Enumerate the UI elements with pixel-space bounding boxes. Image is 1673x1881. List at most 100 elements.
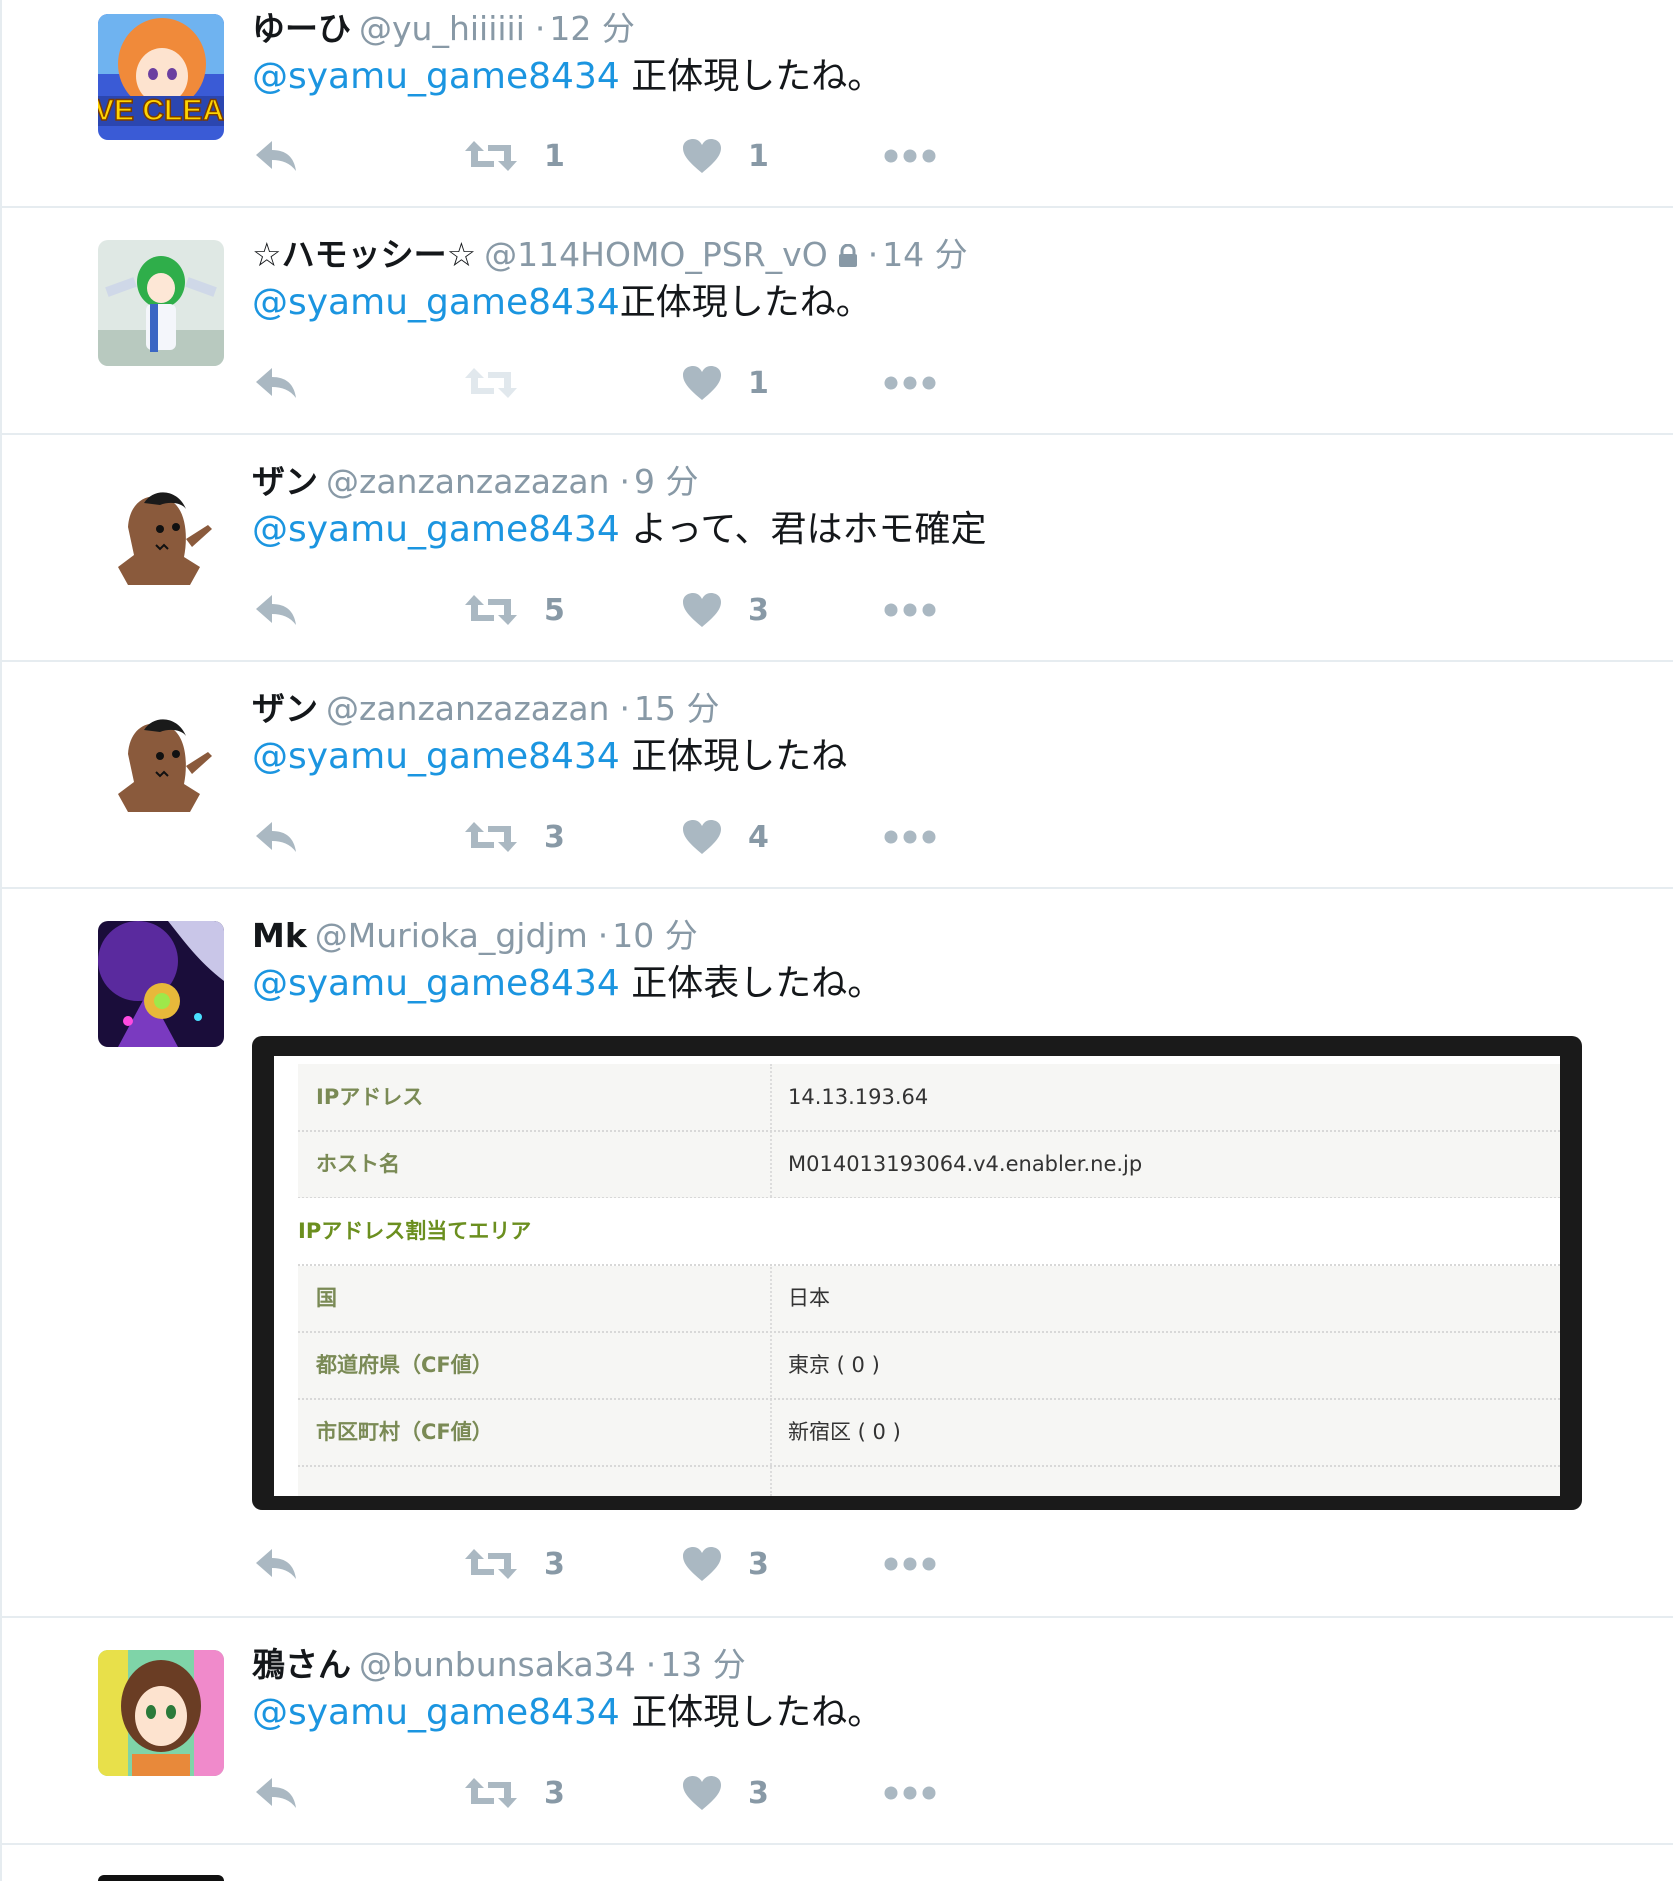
separator-dot: · — [619, 462, 630, 501]
row-value: M014013193064.v4.enabler.ne.jp — [788, 1152, 1143, 1176]
row-label: 都道府県（CF値） — [316, 1353, 493, 1377]
like-count: 1 — [748, 365, 769, 401]
like-button[interactable]: 1 — [682, 358, 769, 408]
user-handle[interactable]: @Murioka_gjdjm — [315, 916, 588, 955]
retweet-button[interactable]: 3 — [464, 812, 565, 862]
more-icon — [884, 603, 936, 617]
timestamp[interactable]: 12 分 — [549, 9, 634, 48]
avatar[interactable] — [98, 1650, 224, 1776]
reply-button[interactable] — [254, 1768, 298, 1818]
table-section-row: IPアドレス割当てエリア — [298, 1198, 1560, 1266]
timestamp[interactable]: 10 分 — [612, 916, 697, 955]
reply-button[interactable] — [254, 131, 298, 181]
tweet[interactable]: ザン @zanzanzazazan · 9 分 @syamu_game8434 よって… — [2, 435, 1673, 662]
more-button[interactable] — [884, 812, 936, 862]
separator-dot: · — [597, 916, 609, 955]
tweet-text: @syamu_game8434正体現したね。 — [252, 278, 872, 328]
row-value: 14.13.193.64 — [788, 1085, 929, 1109]
tweet[interactable]: ザン @zanzanzazazan · 15 分 @syamu_game8434 正体… — [2, 662, 1673, 889]
tweet-actions: 3 4 — [252, 812, 952, 862]
table-row: 市区町村（CF値） 新宿区 ( 0 ) — [298, 1399, 1560, 1467]
like-count: 3 — [748, 1546, 769, 1582]
like-button[interactable]: 3 — [682, 585, 769, 635]
mention-link[interactable]: @syamu_game8434 — [252, 282, 620, 323]
reply-icon — [256, 368, 296, 398]
more-icon — [884, 149, 936, 163]
reply-button[interactable] — [254, 1539, 298, 1589]
reply-button[interactable] — [254, 358, 298, 408]
avatar[interactable] — [98, 694, 224, 820]
more-icon — [884, 376, 936, 390]
user-name[interactable]: 鴉さん — [252, 1645, 351, 1684]
avatar[interactable] — [98, 467, 224, 593]
retweet-button[interactable]: 3 — [464, 1539, 565, 1589]
avatar[interactable] — [98, 240, 224, 366]
timestamp[interactable]: 13 分 — [660, 1645, 745, 1684]
mention-link[interactable]: @syamu_game8434 — [252, 963, 620, 1004]
tweet-body: 正体現したね — [619, 736, 848, 777]
tweet[interactable]: Mk @Murioka_gjdjm · 10 分 @syamu_game8434 正体… — [2, 889, 1673, 1618]
retweet-icon — [465, 822, 517, 852]
user-handle[interactable]: @zanzanzazazan — [326, 462, 609, 501]
more-button[interactable] — [884, 131, 936, 181]
retweet-button[interactable]: 5 — [464, 585, 565, 635]
retweet-button[interactable]: 3 — [464, 1768, 565, 1818]
more-button[interactable] — [884, 1539, 936, 1589]
reply-button[interactable] — [254, 812, 298, 862]
mention-link[interactable]: @syamu_game8434 — [252, 1692, 620, 1733]
avatar[interactable] — [98, 1875, 224, 1881]
tweet[interactable]: VE CLEA ゆーひ @yu_hiiiiii · 12 分 @syamu_game8… — [2, 0, 1673, 208]
table-row: IPアドレス 14.13.193.64 — [298, 1064, 1560, 1132]
timestamp[interactable]: 15 分 — [634, 689, 719, 728]
user-handle[interactable]: @114HOMO_PSR_vO — [484, 235, 828, 274]
like-button[interactable]: 3 — [682, 1768, 769, 1818]
row-value: 東京 ( 0 ) — [788, 1353, 880, 1377]
retweet-count: 3 — [544, 1546, 565, 1582]
user-name[interactable]: ☆ハモッシー☆ — [252, 235, 476, 274]
retweet-icon — [465, 1778, 517, 1808]
row-value: 日本 — [788, 1286, 830, 1310]
attached-image[interactable]: IPアドレス 14.13.193.64 ホスト名 M014013193064.v… — [252, 1036, 1582, 1510]
reply-icon — [256, 1778, 296, 1808]
like-button[interactable]: 1 — [682, 131, 769, 181]
timestamp[interactable]: 9 分 — [634, 462, 699, 501]
tweet-partial[interactable] — [2, 1845, 1673, 1881]
like-button[interactable]: 4 — [682, 812, 769, 862]
more-button[interactable] — [884, 358, 936, 408]
user-name[interactable]: ザン — [252, 462, 318, 501]
more-icon — [884, 1786, 936, 1800]
user-handle[interactable]: @bunbunsaka34 — [359, 1645, 636, 1684]
mention-link[interactable]: @syamu_game8434 — [252, 509, 620, 550]
avatar-image — [98, 694, 224, 820]
avatar[interactable] — [98, 921, 224, 1047]
tweet-header: ザン @zanzanzazazan · 15 分 — [252, 684, 719, 734]
more-button[interactable] — [884, 1768, 936, 1818]
tweet[interactable]: 鴉さん @bunbunsaka34 · 13 分 @syamu_game8434 正体… — [2, 1618, 1673, 1845]
lock-icon — [838, 232, 858, 282]
separator-dot: · — [645, 1645, 657, 1684]
user-handle[interactable]: @yu_hiiiiii — [359, 9, 525, 48]
user-name[interactable]: ザン — [252, 689, 318, 728]
section-heading: IPアドレス割当てエリア — [298, 1219, 532, 1243]
mention-link[interactable]: @syamu_game8434 — [252, 56, 620, 97]
user-name[interactable]: Mk — [252, 916, 307, 955]
more-button[interactable] — [884, 585, 936, 635]
retweet-count: 3 — [544, 819, 565, 855]
reply-button[interactable] — [254, 585, 298, 635]
ip-table: IPアドレス 14.13.193.64 ホスト名 M014013193064.v… — [298, 1064, 1560, 1496]
user-handle[interactable]: @zanzanzazazan — [326, 689, 609, 728]
avatar-image — [98, 1650, 224, 1776]
timestamp[interactable]: 14 分 — [882, 235, 967, 274]
table-row: 都道府県（CF値） 東京 ( 0 ) — [298, 1332, 1560, 1400]
mention-link[interactable]: @syamu_game8434 — [252, 736, 620, 777]
user-name[interactable]: ゆーひ — [252, 9, 351, 48]
row-label: ホスト名 — [316, 1152, 400, 1176]
avatar[interactable]: VE CLEA — [98, 14, 224, 140]
tweet-actions: 3 3 — [252, 1768, 952, 1818]
tweet[interactable]: ☆ハモッシー☆ @114HOMO_PSR_vO · 14 分 @syamu_game8… — [2, 208, 1673, 435]
retweet-button[interactable]: 1 — [464, 131, 565, 181]
tweet-header: ザン @zanzanzazazan · 9 分 — [252, 457, 698, 507]
tweet-body: 正体表したね。 — [619, 963, 884, 1004]
like-button[interactable]: 3 — [682, 1539, 769, 1589]
tweet-header: ゆーひ @yu_hiiiiii · 12 分 — [252, 4, 635, 54]
